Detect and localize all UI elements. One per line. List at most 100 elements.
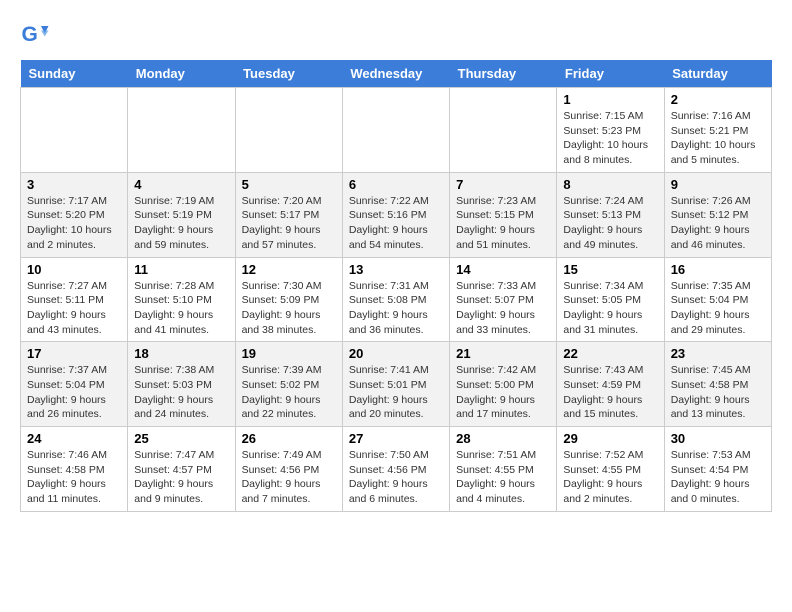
calendar-week-row: 10 Sunrise: 7:27 AM Sunset: 5:11 PM Dayli… [21, 257, 772, 342]
day-number: 13 [349, 262, 443, 277]
day-number: 18 [134, 346, 228, 361]
day-info: Sunrise: 7:31 AM Sunset: 5:08 PM Dayligh… [349, 279, 443, 338]
calendar-cell: 12 Sunrise: 7:30 AM Sunset: 5:09 PM Dayli… [235, 257, 342, 342]
day-info: Sunrise: 7:27 AM Sunset: 5:11 PM Dayligh… [27, 279, 121, 338]
calendar-table: SundayMondayTuesdayWednesdayThursdayFrid… [20, 60, 772, 512]
day-info: Sunrise: 7:46 AM Sunset: 4:58 PM Dayligh… [27, 448, 121, 507]
day-info: Sunrise: 7:28 AM Sunset: 5:10 PM Dayligh… [134, 279, 228, 338]
calendar-cell: 21Sunrise: 7:42 AM Sunset: 5:00 PM Dayli… [450, 342, 557, 427]
day-number: 29 [563, 431, 657, 446]
day-info: Sunrise: 7:45 AM Sunset: 4:58 PM Dayligh… [671, 363, 765, 422]
calendar-cell [235, 88, 342, 173]
calendar-cell: 16 Sunrise: 7:35 AM Sunset: 5:04 PM Dayli… [664, 257, 771, 342]
day-info: Sunrise: 7:22 AM Sunset: 5:16 PM Dayligh… [349, 194, 443, 253]
calendar-cell: 19Sunrise: 7:39 AM Sunset: 5:02 PM Dayli… [235, 342, 342, 427]
calendar-cell: 5 Sunrise: 7:20 AM Sunset: 5:17 PM Daylig… [235, 172, 342, 257]
day-number: 4 [134, 177, 228, 192]
day-number: 3 [27, 177, 121, 192]
day-number: 28 [456, 431, 550, 446]
day-info: Sunrise: 7:35 AM Sunset: 5:04 PM Dayligh… [671, 279, 765, 338]
calendar-cell: 20 Sunrise: 7:41 AM Sunset: 5:01 PM Dayli… [342, 342, 449, 427]
day-number: 5 [242, 177, 336, 192]
day-number: 14 [456, 262, 550, 277]
day-number: 23 [671, 346, 765, 361]
calendar-cell: 18 Sunrise: 7:38 AM Sunset: 5:03 PM Dayli… [128, 342, 235, 427]
day-info: Sunrise: 7:23 AM Sunset: 5:15 PM Dayligh… [456, 194, 550, 253]
day-info: Sunrise: 7:34 AM Sunset: 5:05 PM Dayligh… [563, 279, 657, 338]
logo: G [20, 20, 54, 50]
calendar-cell: 29 Sunrise: 7:52 AM Sunset: 4:55 PM Dayli… [557, 427, 664, 512]
calendar-cell: 26 Sunrise: 7:49 AM Sunset: 4:56 PM Dayli… [235, 427, 342, 512]
day-number: 24 [27, 431, 121, 446]
logo-icon: G [20, 20, 50, 50]
day-info: Sunrise: 7:52 AM Sunset: 4:55 PM Dayligh… [563, 448, 657, 507]
calendar-cell [128, 88, 235, 173]
day-number: 6 [349, 177, 443, 192]
day-number: 1 [563, 92, 657, 107]
calendar-cell: 22 Sunrise: 7:43 AM Sunset: 4:59 PM Dayli… [557, 342, 664, 427]
day-number: 26 [242, 431, 336, 446]
day-info: Sunrise: 7:41 AM Sunset: 5:01 PM Dayligh… [349, 363, 443, 422]
calendar-cell [450, 88, 557, 173]
day-info: Sunrise: 7:17 AM Sunset: 5:20 PM Dayligh… [27, 194, 121, 253]
calendar-cell: 27 Sunrise: 7:50 AM Sunset: 4:56 PM Dayli… [342, 427, 449, 512]
calendar-cell: 30Sunrise: 7:53 AM Sunset: 4:54 PM Dayli… [664, 427, 771, 512]
day-info: Sunrise: 7:49 AM Sunset: 4:56 PM Dayligh… [242, 448, 336, 507]
day-number: 8 [563, 177, 657, 192]
day-number: 10 [27, 262, 121, 277]
calendar-cell: 7 Sunrise: 7:23 AM Sunset: 5:15 PM Daylig… [450, 172, 557, 257]
column-header-monday: Monday [128, 60, 235, 88]
calendar-header-row: SundayMondayTuesdayWednesdayThursdayFrid… [21, 60, 772, 88]
calendar-cell: 14Sunrise: 7:33 AM Sunset: 5:07 PM Dayli… [450, 257, 557, 342]
column-header-friday: Friday [557, 60, 664, 88]
day-number: 7 [456, 177, 550, 192]
day-number: 30 [671, 431, 765, 446]
calendar-cell: 10 Sunrise: 7:27 AM Sunset: 5:11 PM Dayli… [21, 257, 128, 342]
calendar-cell [342, 88, 449, 173]
column-header-wednesday: Wednesday [342, 60, 449, 88]
day-number: 20 [349, 346, 443, 361]
day-number: 25 [134, 431, 228, 446]
day-info: Sunrise: 7:20 AM Sunset: 5:17 PM Dayligh… [242, 194, 336, 253]
day-info: Sunrise: 7:50 AM Sunset: 4:56 PM Dayligh… [349, 448, 443, 507]
day-info: Sunrise: 7:26 AM Sunset: 5:12 PM Dayligh… [671, 194, 765, 253]
calendar-cell: 3 Sunrise: 7:17 AM Sunset: 5:20 PM Daylig… [21, 172, 128, 257]
calendar-cell: 25 Sunrise: 7:47 AM Sunset: 4:57 PM Dayli… [128, 427, 235, 512]
calendar-cell: 8Sunrise: 7:24 AM Sunset: 5:13 PM Daylig… [557, 172, 664, 257]
column-header-sunday: Sunday [21, 60, 128, 88]
calendar-cell: 24 Sunrise: 7:46 AM Sunset: 4:58 PM Dayli… [21, 427, 128, 512]
calendar-cell: 11Sunrise: 7:28 AM Sunset: 5:10 PM Dayli… [128, 257, 235, 342]
calendar-cell: 15 Sunrise: 7:34 AM Sunset: 5:05 PM Dayli… [557, 257, 664, 342]
day-info: Sunrise: 7:51 AM Sunset: 4:55 PM Dayligh… [456, 448, 550, 507]
day-number: 21 [456, 346, 550, 361]
day-info: Sunrise: 7:16 AM Sunset: 5:21 PM Dayligh… [671, 109, 765, 168]
day-number: 19 [242, 346, 336, 361]
column-header-thursday: Thursday [450, 60, 557, 88]
day-number: 17 [27, 346, 121, 361]
day-number: 16 [671, 262, 765, 277]
calendar-cell: 13 Sunrise: 7:31 AM Sunset: 5:08 PM Dayli… [342, 257, 449, 342]
day-info: Sunrise: 7:19 AM Sunset: 5:19 PM Dayligh… [134, 194, 228, 253]
calendar-week-row: 1 Sunrise: 7:15 AM Sunset: 5:23 PM Daylig… [21, 88, 772, 173]
calendar-cell: 28 Sunrise: 7:51 AM Sunset: 4:55 PM Dayli… [450, 427, 557, 512]
svg-text:G: G [22, 23, 38, 46]
calendar-cell: 23 Sunrise: 7:45 AM Sunset: 4:58 PM Dayli… [664, 342, 771, 427]
calendar-cell: 17 Sunrise: 7:37 AM Sunset: 5:04 PM Dayli… [21, 342, 128, 427]
day-number: 27 [349, 431, 443, 446]
day-info: Sunrise: 7:38 AM Sunset: 5:03 PM Dayligh… [134, 363, 228, 422]
day-number: 12 [242, 262, 336, 277]
day-number: 15 [563, 262, 657, 277]
day-info: Sunrise: 7:43 AM Sunset: 4:59 PM Dayligh… [563, 363, 657, 422]
day-info: Sunrise: 7:30 AM Sunset: 5:09 PM Dayligh… [242, 279, 336, 338]
calendar-cell: 4 Sunrise: 7:19 AM Sunset: 5:19 PM Daylig… [128, 172, 235, 257]
calendar-cell: 1 Sunrise: 7:15 AM Sunset: 5:23 PM Daylig… [557, 88, 664, 173]
calendar-week-row: 3 Sunrise: 7:17 AM Sunset: 5:20 PM Daylig… [21, 172, 772, 257]
calendar-week-row: 24 Sunrise: 7:46 AM Sunset: 4:58 PM Dayli… [21, 427, 772, 512]
day-number: 2 [671, 92, 765, 107]
day-info: Sunrise: 7:15 AM Sunset: 5:23 PM Dayligh… [563, 109, 657, 168]
calendar-cell: 9Sunrise: 7:26 AM Sunset: 5:12 PM Daylig… [664, 172, 771, 257]
day-info: Sunrise: 7:47 AM Sunset: 4:57 PM Dayligh… [134, 448, 228, 507]
day-info: Sunrise: 7:37 AM Sunset: 5:04 PM Dayligh… [27, 363, 121, 422]
day-number: 22 [563, 346, 657, 361]
calendar-week-row: 17 Sunrise: 7:37 AM Sunset: 5:04 PM Dayli… [21, 342, 772, 427]
